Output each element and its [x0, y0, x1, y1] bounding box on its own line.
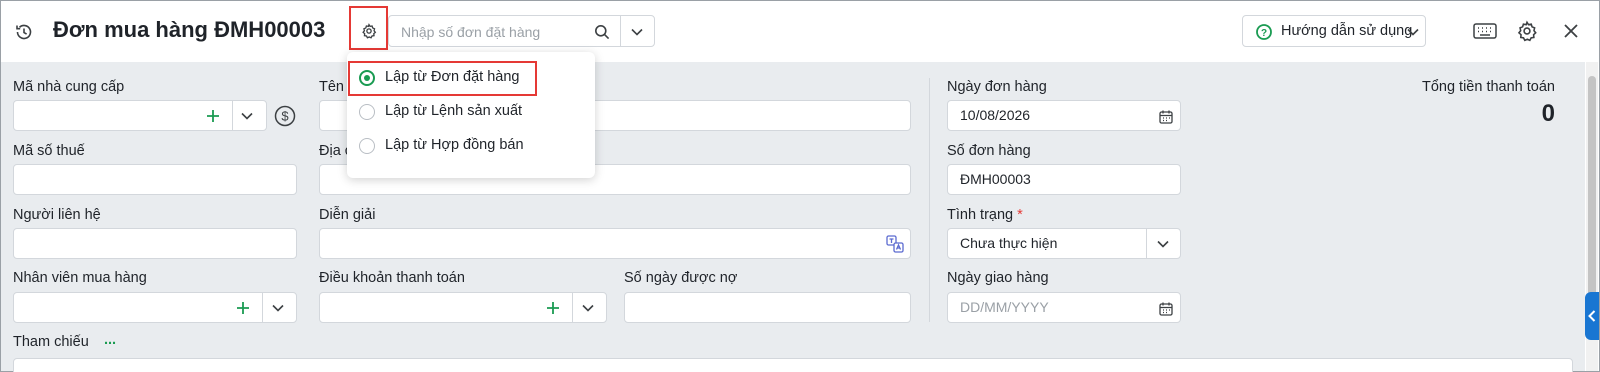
chevron-down-icon[interactable] [629, 24, 645, 40]
svg-text:$: $ [281, 109, 289, 124]
status-label-text: Tình trạng [947, 207, 1014, 223]
menu-item-create-from-production-order[interactable]: Lập từ Lệnh sản xuất [347, 97, 595, 127]
keyboard-icon[interactable] [1472, 19, 1498, 43]
order-date-label: Ngày đơn hàng [947, 79, 1047, 95]
contact-person-label: Người liên hệ [13, 207, 101, 223]
header-bar: Đơn mua hàng ĐMH00003 Nhập số đơn đặt hà… [1, 1, 1599, 62]
field-divider [572, 293, 573, 322]
selected-option-highlight-box [348, 61, 537, 96]
order-number-input[interactable]: ĐMH00003 [947, 164, 1181, 195]
settings-gear-icon[interactable] [1515, 19, 1539, 43]
delivery-date-input[interactable]: DD/MM/YYYY [947, 292, 1181, 323]
debt-days-label: Số ngày được nợ [624, 270, 738, 286]
payment-terms-label: Điều khoản thanh toán [319, 270, 465, 286]
radio-unselected[interactable] [359, 138, 375, 154]
currency-dollar-icon[interactable]: $ [273, 104, 297, 128]
debt-days-input[interactable] [624, 292, 911, 323]
calendar-icon[interactable] [1158, 109, 1173, 124]
reference-more-link[interactable]: ... [104, 332, 116, 348]
field-divider [1146, 229, 1147, 258]
menu-item-label: Lập từ Hợp đồng bán [385, 137, 524, 153]
search-icon[interactable] [593, 23, 611, 41]
side-panel-toggle[interactable] [1585, 292, 1599, 340]
description-label: Diễn giải [319, 207, 376, 223]
purchasing-staff-label: Nhân viên mua hàng [13, 270, 147, 286]
order-number-value: ĐMH00003 [960, 171, 1031, 187]
chevron-down-icon[interactable] [1156, 238, 1170, 250]
search-divider [620, 16, 621, 46]
chevron-down-icon [1406, 25, 1420, 39]
field-divider [262, 293, 263, 322]
order-date-input[interactable]: 10/08/2026 [947, 100, 1181, 131]
history-icon[interactable] [13, 21, 35, 43]
menu-item-create-from-sales-contract[interactable]: Lập từ Hợp đồng bán [347, 131, 595, 161]
page-title: Đơn mua hàng ĐMH00003 [53, 17, 326, 42]
menu-item-label: Lập từ Lệnh sản xuất [385, 103, 523, 119]
order-date-value: 10/08/2026 [960, 107, 1031, 123]
payment-terms-input[interactable] [319, 292, 607, 323]
order-form: Mã nhà cung cấp $ Mã số thuế Người liên … [1, 62, 1585, 372]
status-value: Chưa thực hiện [960, 235, 1058, 251]
reference-area[interactable] [13, 358, 1573, 372]
scrollbar-thumb[interactable] [1588, 76, 1596, 316]
status-select[interactable]: Chưa thực hiện [947, 228, 1181, 259]
chevron-down-icon[interactable] [581, 302, 595, 314]
total-payment-label: Tổng tiền thanh toán [1421, 79, 1555, 95]
required-asterisk: * [1017, 207, 1023, 223]
field-divider [232, 101, 233, 130]
status-label: Tình trạng * [947, 207, 1023, 223]
tax-code-input[interactable] [13, 164, 297, 195]
reference-label: Tham chiếu [13, 334, 89, 350]
plus-icon[interactable] [236, 301, 250, 315]
column-divider [929, 78, 930, 322]
help-circle-icon: ? [1255, 23, 1273, 41]
description-input[interactable] [319, 228, 911, 259]
supplier-code-label: Mã nhà cung cấp [13, 79, 125, 95]
gear-icon[interactable] [359, 21, 379, 41]
plus-icon[interactable] [206, 109, 220, 123]
total-payment-value: 0 [1541, 100, 1555, 127]
translate-icon[interactable] [886, 235, 904, 253]
radio-unselected[interactable] [359, 104, 375, 120]
user-guide-label: Hướng dẫn sử dụng [1281, 23, 1413, 39]
close-icon[interactable] [1561, 21, 1581, 41]
tax-code-label: Mã số thuế [13, 143, 85, 159]
order-search-field[interactable]: Nhập số đơn đặt hàng [388, 15, 655, 47]
delivery-date-placeholder: DD/MM/YYYY [960, 299, 1049, 315]
purchasing-staff-input[interactable] [13, 292, 297, 323]
contact-person-input[interactable] [13, 228, 297, 259]
delivery-date-label: Ngày giao hàng [947, 270, 1049, 286]
plus-icon[interactable] [546, 301, 560, 315]
search-placeholder: Nhập số đơn đặt hàng [401, 24, 541, 40]
svg-text:?: ? [1261, 28, 1267, 39]
chevron-down-icon[interactable] [271, 302, 285, 314]
user-guide-button[interactable]: ? Hướng dẫn sử dụng [1242, 15, 1426, 47]
order-number-label: Số đơn hàng [947, 143, 1031, 159]
chevron-left-icon [1587, 309, 1597, 323]
calendar-icon[interactable] [1158, 301, 1173, 316]
supplier-code-input[interactable] [13, 100, 267, 131]
chevron-down-icon[interactable] [240, 110, 254, 122]
